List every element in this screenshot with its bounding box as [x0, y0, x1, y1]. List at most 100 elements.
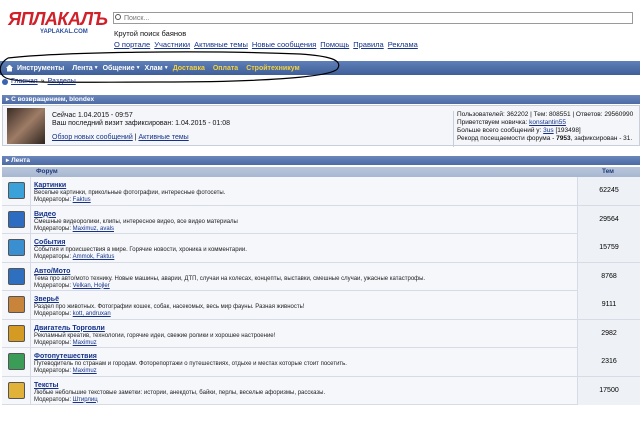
divider — [30, 291, 31, 319]
forum-icon — [8, 324, 25, 342]
forum-title-link[interactable]: Видео — [34, 211, 56, 218]
forum-icon — [8, 182, 25, 199]
site-logo[interactable]: ЯПЛАКАЛЪ YAPLAKAL.COM — [4, 9, 108, 43]
welcome-title: С возвращением, blondex — [11, 96, 95, 103]
forum-moderators: Модераторы: Maximuz — [34, 339, 97, 346]
welcome-bar: ▸ С возвращением, blondex — [2, 95, 640, 104]
search-icon — [115, 14, 121, 20]
logo-subtext: YAPLAKAL.COM — [40, 29, 88, 35]
moderator-link[interactable]: Velkan, Hojler — [73, 283, 110, 289]
forum-icon — [8, 267, 25, 285]
nav-payment[interactable]: Оплата — [209, 65, 242, 72]
divider — [30, 319, 31, 348]
welcome-panel: Сейчас 1.04.2015 - 09:57 Ваш последний в… — [2, 105, 640, 147]
forum-description: Путеводитель по странам и городам. Фотор… — [34, 361, 347, 367]
forum-title-link[interactable]: Тексты — [34, 382, 59, 389]
forum-description: Смешные видеоролики, клипы, интересное в… — [34, 218, 238, 225]
forum-icon — [8, 353, 25, 370]
forum-moderators: Модераторы: Maximuz — [34, 368, 97, 374]
topic-count: 9111 — [577, 291, 640, 319]
stats-newbie: Приветствуем новичка: konstantin55 — [457, 119, 566, 126]
divider — [30, 205, 31, 234]
topic-count: 8768 — [577, 262, 640, 291]
toplink-ads[interactable]: Реклама — [388, 40, 418, 49]
toplink-help[interactable]: Помощь — [320, 40, 349, 49]
nav-chat[interactable]: Общение — [99, 65, 139, 72]
forum-icon — [8, 210, 25, 228]
forum-title-link[interactable]: Авто/Мото — [34, 268, 70, 275]
forum-icon — [8, 239, 25, 256]
forum-title-link[interactable]: Фотопутешествия — [34, 353, 97, 360]
newbie-link[interactable]: konstantin55 — [529, 119, 566, 126]
main-nav: Инструменты Лента ▼ Общение ▼ Хлам ▼ Достав… — [0, 61, 640, 75]
tagline: Крутой поиск баянов — [114, 29, 187, 38]
forum-title-link[interactable]: Зверьё — [34, 296, 59, 303]
forum-moderators: Модераторы: kott, andruxan — [34, 311, 111, 317]
top-poster-link[interactable]: 3us — [543, 127, 553, 134]
divider — [30, 262, 31, 291]
topic-count: 62245 — [577, 177, 640, 205]
breadcrumb-sections[interactable]: Разделы — [48, 78, 76, 85]
top-links: О портале Участники Активные темы Новые … — [114, 40, 418, 49]
breadcrumb-home[interactable]: Главная — [11, 78, 38, 85]
moderator-link[interactable]: Штирлиц — [73, 397, 98, 403]
toplink-active[interactable]: Активные темы — [194, 40, 248, 49]
toplink-members[interactable]: Участники — [154, 40, 190, 49]
forum-description: Раздел про животных. Фотографии кошек, с… — [34, 304, 305, 310]
nav-school[interactable]: Стройтехникум — [242, 65, 303, 72]
toplink-rules[interactable]: Правила — [353, 40, 383, 49]
moderator-link[interactable]: Maximuz — [73, 340, 97, 346]
welcome-links: Обзор новых сообщений | Активные темы — [52, 134, 189, 141]
topic-count: 17500 — [577, 376, 640, 405]
divider — [30, 348, 31, 376]
forum-title-link[interactable]: Двигатель Торговли — [34, 325, 105, 332]
moderator-link[interactable]: Ammok, Faktus — [73, 254, 115, 260]
forum-description: Рекламный креатив, технологии, горячие и… — [34, 332, 276, 339]
topic-count: 15759 — [577, 234, 640, 262]
col-forum: Форум — [36, 168, 58, 175]
stats-totals: Пользователей: 362202 | Тем: 808551 | От… — [457, 111, 634, 118]
forum-title-link[interactable]: События — [34, 239, 65, 246]
moderator-link[interactable]: kott, andruxan — [73, 311, 111, 317]
current-time: Сейчас 1.04.2015 - 09:57 — [52, 112, 133, 119]
avatar[interactable] — [7, 108, 45, 144]
topic-count: 29564 — [577, 205, 640, 234]
table-row: Тексты Любые небольшие текстовые заметки:… — [2, 376, 640, 405]
forum-rows: Картинки Веселые картинки, прикольные фот… — [2, 177, 640, 405]
toplink-about[interactable]: О портале — [114, 40, 150, 49]
moderator-link[interactable]: Faktus — [73, 197, 91, 203]
active-topics-link[interactable]: Активные темы — [138, 134, 188, 141]
breadcrumb-separator: » — [40, 78, 45, 85]
new-posts-link[interactable]: Обзор новых сообщений — [52, 134, 133, 141]
forum-moderators: Модераторы: Ammok, Faktus — [34, 254, 115, 260]
nav-delivery[interactable]: Доставка — [169, 65, 209, 72]
col-topics: Тем — [602, 168, 614, 175]
forum-moderators: Модераторы: Velkan, Hojler — [34, 282, 110, 289]
forum-title-link[interactable]: Картинки — [34, 182, 66, 189]
moderator-link[interactable]: Maximuz — [73, 368, 97, 374]
last-visit: Ваш последний визит зафиксирован: 1.04.2… — [52, 120, 231, 127]
nav-tools[interactable]: Инструменты — [13, 65, 68, 72]
table-row: Авто/Мото Тема про авто/мото технику. Нов… — [2, 262, 640, 291]
divider — [30, 234, 31, 262]
stats-top-poster: Больше всего сообщений у: 3us [193498] — [457, 127, 581, 134]
divider — [30, 177, 31, 205]
forum-table: Форум Тем Картинки Веселые картинки, прик… — [2, 167, 640, 405]
feed-title: Лента — [11, 157, 30, 164]
forum-icon — [8, 296, 25, 313]
logo-text: ЯПЛАКАЛЪ — [8, 9, 108, 29]
table-header: Форум Тем — [2, 167, 640, 177]
toplink-new[interactable]: Новые сообщения — [252, 40, 316, 49]
forum-stats: Пользователей: 362202 | Тем: 808551 | От… — [453, 111, 633, 147]
forum-icon — [8, 381, 25, 399]
forum-description: Тема про авто/мото технику. Новые машины… — [34, 275, 426, 282]
stats-record: Рекорд посещаемости форума - 7953, зафик… — [457, 135, 633, 142]
table-row: Двигатель Торговли Рекламный креатив, тех… — [2, 319, 640, 348]
search-input[interactable] — [113, 12, 633, 24]
breadcrumb: Главная » Разделы — [2, 78, 76, 85]
home-icon[interactable] — [6, 64, 13, 72]
topic-count: 2316 — [577, 348, 640, 376]
moderator-link[interactable]: Maximuz, avals — [73, 226, 114, 232]
arrow-icon — [2, 78, 8, 85]
nav-feed[interactable]: Лента — [68, 65, 96, 72]
